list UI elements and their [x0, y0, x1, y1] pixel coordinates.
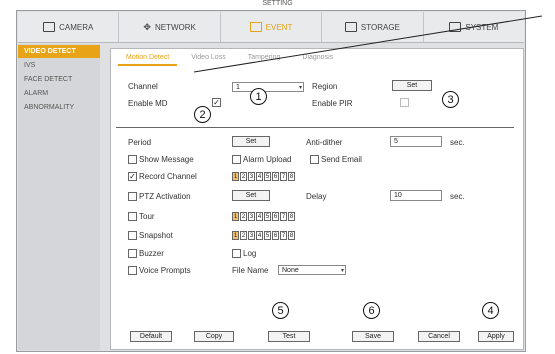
channel-box[interactable]: 6	[272, 172, 279, 181]
tour-label: Tour	[139, 212, 155, 221]
apply-button[interactable]: Apply	[478, 331, 514, 342]
snapshot-channel-selector: 1 2 3 4 5 6 7 8	[232, 231, 295, 240]
file-name-select[interactable]: None ▾	[278, 265, 346, 275]
save-button[interactable]: Save	[352, 331, 394, 342]
callout-marker-3: 3	[442, 91, 459, 108]
buzzer-label: Buzzer	[139, 249, 164, 258]
tab-motion-detect[interactable]: Motion Detect	[118, 52, 178, 66]
channel-box[interactable]: 6	[272, 231, 279, 240]
channel-box[interactable]: 7	[280, 231, 287, 240]
sidebar: VIDEO DETECT IVS FACE DETECT ALARM ABNOR…	[18, 44, 100, 350]
delay-unit: sec.	[450, 192, 465, 201]
copy-button[interactable]: Copy	[194, 331, 234, 342]
file-name-label: File Name	[232, 266, 269, 275]
network-icon: ✥	[143, 21, 151, 32]
channel-box[interactable]: 4	[256, 212, 263, 221]
ptz-activation-label: PTZ Activation	[139, 192, 191, 201]
chevron-down-icon: ▾	[298, 85, 302, 91]
show-message-checkbox[interactable]	[128, 155, 137, 164]
test-button[interactable]: Test	[268, 331, 310, 342]
record-channel-checkbox[interactable]: ✓	[128, 172, 137, 181]
channel-box[interactable]: 8	[288, 231, 295, 240]
ptz-activation-checkbox[interactable]	[128, 192, 137, 201]
region-set-button[interactable]: Set	[392, 80, 432, 91]
callout-marker-5: 5	[272, 302, 289, 319]
anti-dither-label: Anti-dither	[306, 138, 343, 147]
file-name-value: None	[282, 267, 299, 274]
alarm-upload-label: Alarm Upload	[243, 155, 292, 164]
tab-camera[interactable]: CAMERA	[18, 12, 120, 42]
channel-box[interactable]: 3	[248, 212, 255, 221]
channel-value: 1	[236, 84, 240, 91]
channel-box[interactable]: 8	[288, 172, 295, 181]
window-title: SETTING	[262, 0, 293, 7]
camera-icon	[43, 22, 56, 32]
default-button[interactable]: Default	[130, 331, 172, 342]
show-message-label: Show Message	[139, 155, 194, 164]
sidebar-item-video-detect[interactable]: VIDEO DETECT	[18, 45, 100, 58]
send-email-label: Send Email	[321, 155, 362, 164]
channel-box[interactable]: 3	[248, 172, 255, 181]
buzzer-checkbox[interactable]	[128, 249, 137, 258]
period-set-button[interactable]: Set	[232, 136, 270, 147]
sidebar-item-abnormality[interactable]: ABNORMALITY	[18, 101, 100, 114]
channel-box[interactable]: 5	[264, 172, 271, 181]
ptz-set-button[interactable]: Set	[232, 190, 270, 201]
sidebar-item-face-detect[interactable]: FACE DETECT	[18, 73, 100, 86]
channel-box[interactable]: 8	[288, 212, 295, 221]
enable-pir-label: Enable PIR	[312, 99, 353, 108]
channel-box[interactable]: 1	[232, 212, 239, 221]
enable-pir-checkbox[interactable]	[400, 98, 409, 107]
record-channel-label: Record Channel	[139, 172, 197, 181]
log-label: Log	[243, 249, 257, 258]
period-label: Period	[128, 138, 152, 147]
enable-md-checkbox[interactable]: ✓	[212, 98, 221, 107]
channel-box[interactable]: 4	[256, 172, 263, 181]
channel-select[interactable]: 1 ▾	[232, 82, 304, 92]
callout-arrow	[193, 15, 543, 73]
callout-marker-1: 1	[250, 88, 267, 105]
voice-prompts-label: Voice Prompts	[139, 266, 191, 275]
snapshot-label: Snapshot	[139, 231, 173, 240]
alarm-upload-checkbox[interactable]	[232, 155, 241, 164]
log-checkbox[interactable]	[232, 249, 241, 258]
channel-box[interactable]: 7	[280, 172, 287, 181]
channel-box[interactable]: 1	[232, 231, 239, 240]
channel-label: Channel	[128, 82, 158, 91]
send-email-checkbox[interactable]	[310, 155, 319, 164]
channel-box[interactable]: 5	[264, 231, 271, 240]
channel-box[interactable]: 4	[256, 231, 263, 240]
channel-box[interactable]: 7	[280, 212, 287, 221]
region-label: Region	[312, 82, 338, 91]
sidebar-item-ivs[interactable]: IVS	[18, 59, 100, 72]
delay-label: Delay	[306, 192, 327, 201]
callout-marker-6: 6	[363, 302, 380, 319]
divider	[116, 127, 514, 128]
voice-prompts-checkbox[interactable]	[128, 266, 137, 275]
tour-checkbox[interactable]	[128, 212, 137, 221]
channel-box[interactable]: 5	[264, 212, 271, 221]
chevron-down-icon: ▾	[340, 268, 344, 274]
anti-dither-input[interactable]: 5	[390, 136, 442, 147]
delay-input[interactable]: 10	[390, 190, 442, 201]
enable-md-label: Enable MD	[128, 99, 168, 108]
cancel-button[interactable]: Cancel	[418, 331, 460, 342]
channel-box[interactable]: 2	[240, 172, 247, 181]
callout-marker-4: 4	[482, 302, 499, 319]
sidebar-item-alarm[interactable]: ALARM	[18, 87, 100, 100]
channel-box[interactable]: 6	[272, 212, 279, 221]
tab-camera-label: CAMERA	[59, 22, 94, 32]
anti-dither-unit: sec.	[450, 138, 465, 147]
channel-box[interactable]: 2	[240, 212, 247, 221]
channel-box[interactable]: 2	[240, 231, 247, 240]
callout-marker-2: 2	[194, 106, 211, 123]
tour-channel-selector: 1 2 3 4 5 6 7 8	[232, 212, 295, 221]
snapshot-checkbox[interactable]	[128, 231, 137, 240]
record-channel-selector: 1 2 3 4 5 6 7 8	[232, 172, 295, 181]
channel-box[interactable]: 1	[232, 172, 239, 181]
channel-box[interactable]: 3	[248, 231, 255, 240]
